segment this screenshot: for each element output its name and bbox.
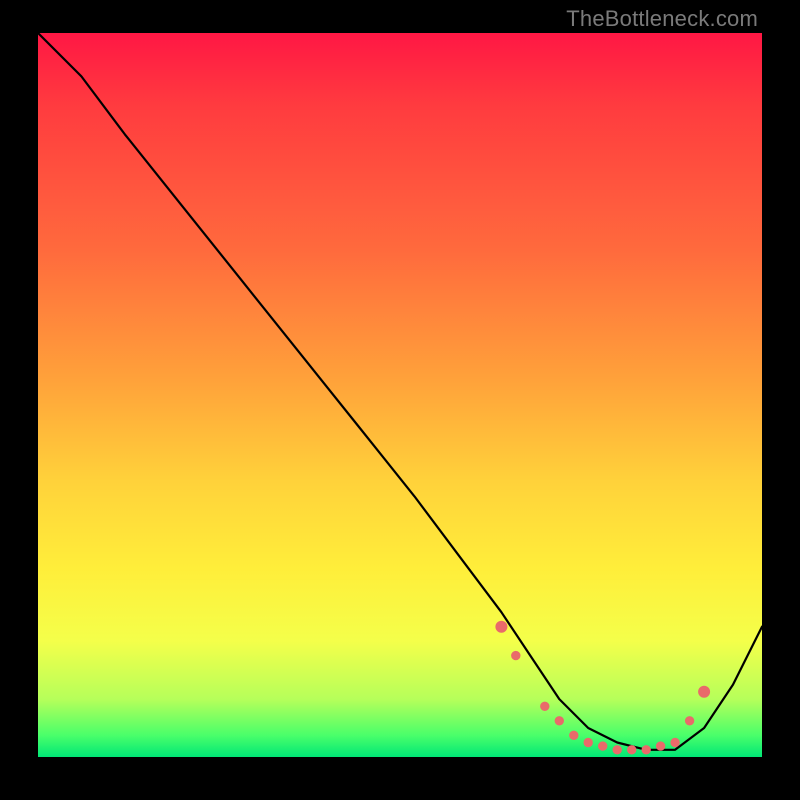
watermark-text: TheBottleneck.com [566, 6, 758, 32]
highlight-dot [628, 746, 636, 754]
highlight-dot [570, 731, 578, 739]
highlight-dot [555, 717, 563, 725]
highlight-dot [599, 742, 607, 750]
highlight-dot [699, 686, 710, 697]
highlight-dot [671, 738, 679, 746]
plot-area [38, 33, 762, 757]
chart-stage: TheBottleneck.com [0, 0, 800, 800]
highlight-dot [642, 746, 650, 754]
highlight-dot [613, 746, 621, 754]
curve-svg [38, 33, 762, 757]
highlight-dot [685, 717, 693, 725]
highlight-dot [541, 702, 549, 710]
bottleneck-curve [38, 33, 762, 750]
highlight-dot [512, 651, 520, 659]
highlight-dot [656, 742, 664, 750]
highlight-dot [584, 738, 592, 746]
highlight-dot [496, 621, 507, 632]
